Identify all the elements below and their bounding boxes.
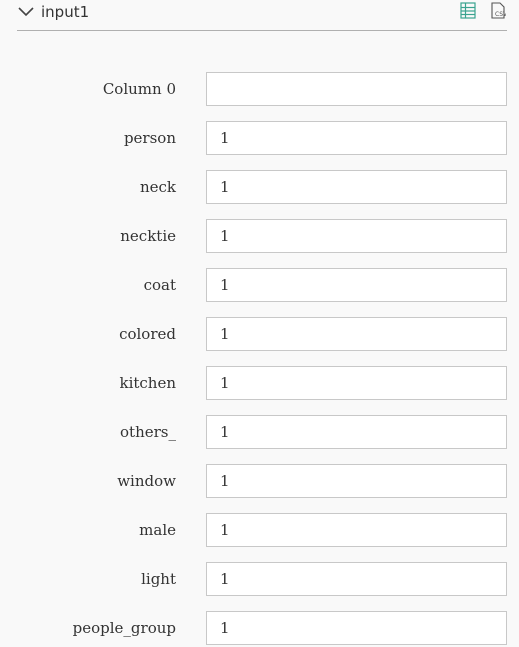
input-panel: input1 CSV Column 0 person neck necktie coat… (0, 0, 519, 647)
field-input[interactable] (206, 366, 507, 400)
field-row: light (0, 562, 519, 611)
field-input[interactable] (206, 317, 507, 351)
field-row: people_group (0, 611, 519, 647)
field-input[interactable] (206, 513, 507, 547)
field-label: Column 0 (102, 80, 176, 98)
field-label: coat (143, 276, 176, 294)
field-input[interactable] (206, 219, 507, 253)
field-row: neck (0, 170, 519, 219)
field-input[interactable] (206, 562, 507, 596)
field-input[interactable] (206, 72, 507, 106)
field-list: Column 0 person neck necktie coat colored kitc… (0, 72, 519, 647)
field-label: necktie (120, 227, 176, 245)
field-label: person (123, 129, 176, 147)
field-row: colored (0, 317, 519, 366)
svg-text:CSV: CSV (495, 11, 506, 18)
field-row: person (0, 121, 519, 170)
field-label: colored (119, 325, 176, 343)
field-label: light (141, 570, 176, 588)
field-label: neck (139, 178, 176, 196)
field-label: people_group (72, 619, 176, 637)
table-view-icon[interactable] (460, 2, 476, 19)
field-input[interactable] (206, 268, 507, 302)
field-row: kitchen (0, 366, 519, 415)
panel-header: input1 CSV (17, 0, 507, 31)
field-row: necktie (0, 219, 519, 268)
field-input[interactable] (206, 611, 507, 645)
field-input[interactable] (206, 121, 507, 155)
field-row: others_ (0, 415, 519, 464)
field-label: kitchen (119, 374, 176, 392)
field-label: male (139, 521, 176, 539)
field-label: others_ (120, 423, 176, 441)
field-row: window (0, 464, 519, 513)
field-row: male (0, 513, 519, 562)
field-input[interactable] (206, 415, 507, 449)
panel-title: input1 (41, 3, 90, 21)
field-input[interactable] (206, 464, 507, 498)
csv-file-icon[interactable]: CSV (490, 2, 506, 19)
field-label: window (117, 472, 176, 490)
field-input[interactable] (206, 170, 507, 204)
field-row: coat (0, 268, 519, 317)
field-row: Column 0 (0, 72, 519, 121)
chevron-down-icon[interactable] (17, 1, 37, 21)
